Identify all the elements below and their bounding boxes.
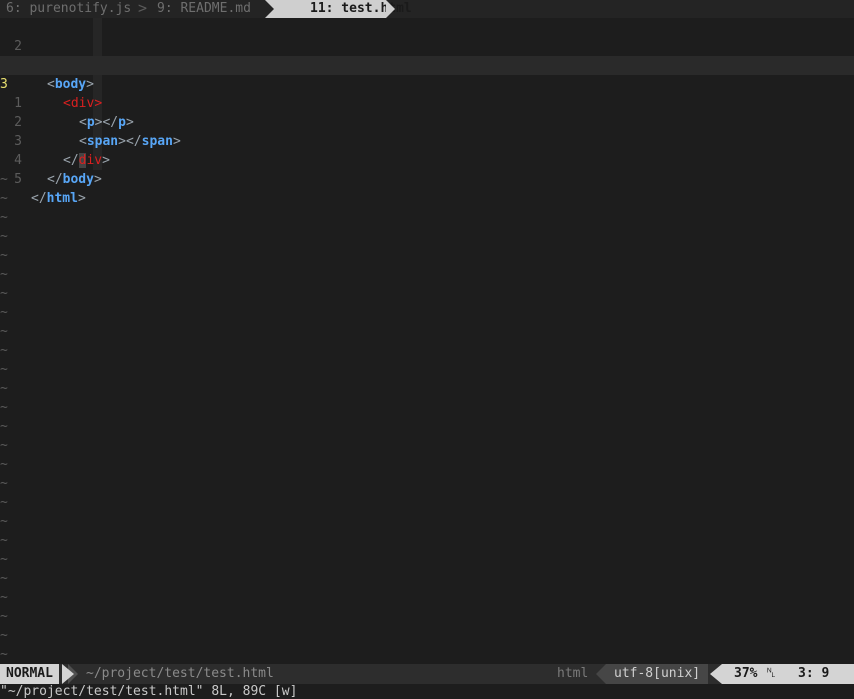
empty-line-tilde: ~	[0, 229, 8, 244]
empty-line-tilde: ~	[0, 172, 8, 187]
empty-line-tilde: ~	[0, 362, 8, 377]
code-line-current: 3 <div>	[0, 56, 854, 111]
empty-line-tilde: ~	[0, 419, 8, 434]
scroll-percent: 37%	[734, 666, 758, 681]
empty-line-tilde: ~	[0, 324, 8, 339]
empty-line-tilde: ~	[0, 248, 8, 263]
code-line: 1 <body>	[0, 37, 854, 92]
empty-line-tilde: ~	[0, 343, 8, 358]
code-line: 4 </body>	[0, 132, 854, 187]
tab-test-html[interactable]: 11: test.html	[265, 0, 412, 18]
editor-buffer[interactable]: 2 <html> 1 <body> 3 <div> 1 <p></p> 2 <s…	[0, 18, 854, 664]
code-line: 2 <span></span>	[0, 94, 854, 149]
encoding: utf-8[unix]	[596, 664, 708, 684]
tab-purenotify[interactable]: 6: purenotify.js	[0, 0, 131, 18]
empty-buffer-lines: ~ ~ ~ ~ ~ ~ ~ ~ ~ ~ ~ ~ ~ ~ ~ ~ ~ ~ ~ ~ ~ ~ ~ ~ ~ ~	[0, 170, 854, 664]
filetype: html	[557, 666, 589, 681]
mode-indicator: NORMAL	[0, 664, 59, 684]
mode-arrow-icon	[62, 664, 74, 684]
empty-line-tilde: ~	[0, 609, 8, 624]
command-line[interactable]: "~/project/test/test.html" 8L, 89C [w]	[0, 684, 854, 699]
empty-line-tilde: ~	[0, 438, 8, 453]
empty-line-tilde: ~	[0, 457, 8, 472]
code-line: 1 <p></p>	[0, 75, 854, 130]
empty-line-tilde: ~	[0, 400, 8, 415]
empty-line-tilde: ~	[0, 210, 8, 225]
empty-line-tilde: ~	[0, 552, 8, 567]
cursor-position: 3: 9	[798, 666, 830, 681]
empty-line-tilde: ~	[0, 533, 8, 548]
empty-line-tilde: ~	[0, 571, 8, 586]
tab-readme[interactable]: 9: README.md	[151, 0, 251, 18]
empty-line-tilde: ~	[0, 590, 8, 605]
code-line: 3 </div>	[0, 113, 854, 168]
statusline: NORMAL ~/project/test/test.html html utf…	[0, 664, 854, 684]
empty-line-tilde: ~	[0, 267, 8, 282]
code-line: 2 <html>	[0, 18, 854, 73]
empty-line-tilde: ~	[0, 476, 8, 491]
empty-line-tilde: ~	[0, 381, 8, 396]
tabline: 6: purenotify.js > 9: README.md 11: test…	[0, 0, 854, 18]
empty-line-tilde: ~	[0, 286, 8, 301]
code-line: 5 </html>	[0, 151, 854, 206]
empty-line-tilde: ~	[0, 191, 8, 206]
file-path: ~/project/test/test.html	[86, 666, 274, 681]
position-block: 37% ␤ 3: 9	[710, 664, 854, 684]
tab-separator-icon: >	[138, 0, 148, 17]
empty-line-tilde: ~	[0, 514, 8, 529]
empty-line-tilde: ~	[0, 628, 8, 643]
empty-line-tilde: ~	[0, 305, 8, 320]
line-number-icon: ␤	[766, 666, 777, 681]
empty-line-tilde: ~	[0, 495, 8, 510]
empty-line-tilde: ~	[0, 647, 8, 662]
